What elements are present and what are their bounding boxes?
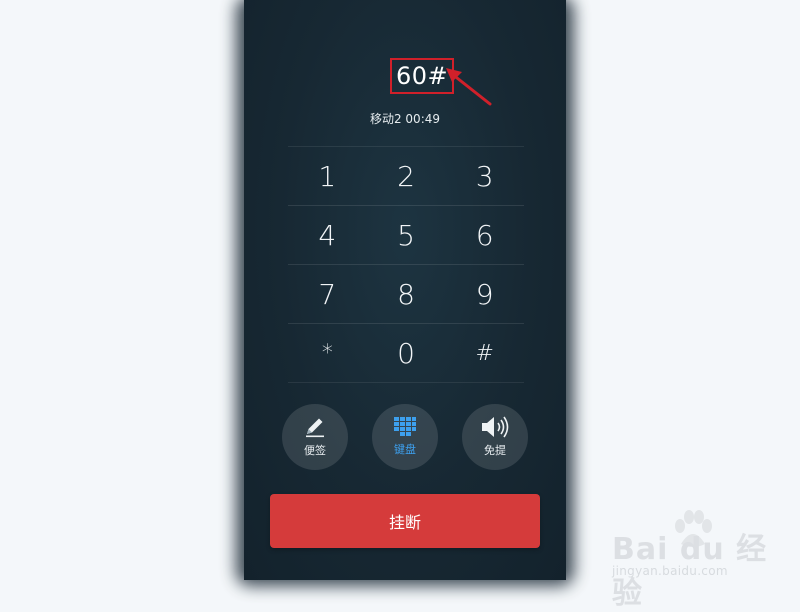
keypad-row: 4 5 6 [288,206,524,265]
keypad-toggle-label: 键盘 [394,443,416,456]
speaker-icon [482,416,509,438]
key-1[interactable]: 1 [288,147,367,205]
pencil-icon [306,418,324,438]
speaker-button[interactable]: 免提 [462,404,528,470]
phone-screen: 6 0# 移动2 00:49 1 2 3 4 5 6 7 8 9 * 0 # 便签… [244,0,566,580]
key-9[interactable]: 9 [445,265,524,323]
keypad-row: * 0 # [288,324,524,383]
notes-button[interactable]: 便签 [282,404,348,470]
annotation-arrow-icon [446,68,492,106]
keypad-grid-icon [394,417,416,436]
call-actions: 便签 键盘 免提 [244,404,566,470]
speaker-label: 免提 [484,444,506,457]
key-8[interactable]: 8 [367,265,446,323]
key-3[interactable]: 3 [445,147,524,205]
keypad-row: 1 2 3 [288,146,524,206]
key-hash[interactable]: # [445,324,524,382]
baidu-watermark: Bai du 经验 jingyan.baidu.com [612,510,792,611]
key-7[interactable]: 7 [288,265,367,323]
dial-keypad: 1 2 3 4 5 6 7 8 9 * 0 # [288,146,524,383]
key-star[interactable]: * [288,324,367,382]
hangup-button[interactable]: 挂断 [270,494,540,548]
call-status: 移动2 00:49 [369,112,441,126]
keypad-row: 7 8 9 [288,265,524,324]
key-2[interactable]: 2 [367,147,446,205]
keypad-toggle-button[interactable]: 键盘 [372,404,438,470]
notes-label: 便签 [304,444,326,457]
key-5[interactable]: 5 [367,206,446,264]
key-0[interactable]: 0 [367,324,446,382]
watermark-url: jingyan.baidu.com [612,564,728,578]
key-6[interactable]: 6 [445,206,524,264]
key-4[interactable]: 4 [288,206,367,264]
